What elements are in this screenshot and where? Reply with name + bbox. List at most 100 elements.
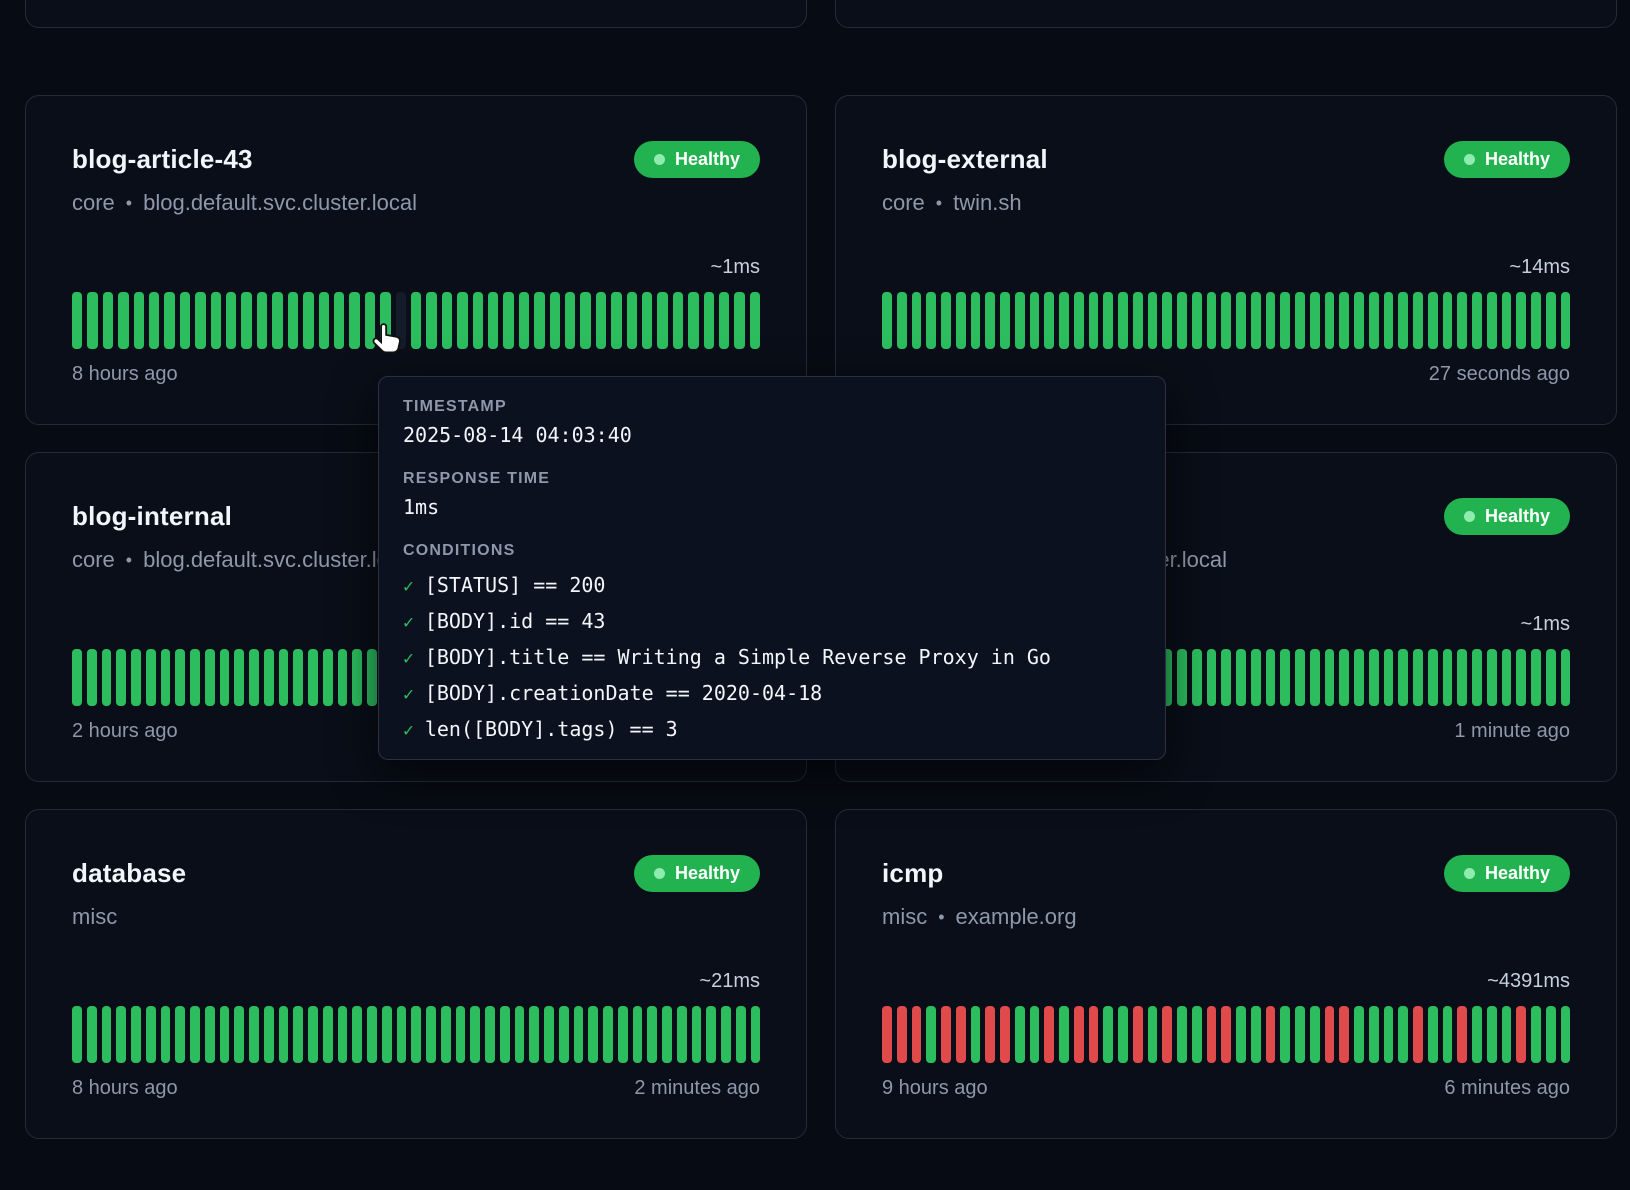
uptime-bar[interactable] [1531,649,1541,706]
uptime-bar[interactable] [1561,1006,1571,1063]
uptime-bar[interactable] [1561,649,1571,706]
uptime-bar[interactable] [1251,649,1261,706]
uptime-bar[interactable] [293,1006,303,1063]
uptime-bar[interactable] [912,292,922,349]
uptime-bar[interactable] [249,649,259,706]
uptime-bar[interactable] [750,292,760,349]
uptime-bar[interactable] [334,292,344,349]
uptime-bar[interactable] [941,1006,951,1063]
uptime-bar[interactable] [146,1006,156,1063]
uptime-bar[interactable] [1192,1006,1202,1063]
uptime-bar[interactable] [1384,1006,1394,1063]
uptime-bar[interactable] [234,1006,244,1063]
uptime-bar[interactable] [397,1006,407,1063]
uptime-bar[interactable] [1546,1006,1556,1063]
uptime-bar[interactable] [550,292,560,349]
uptime-bar[interactable] [134,292,144,349]
uptime-bar[interactable] [1177,292,1187,349]
uptime-bar[interactable] [956,1006,966,1063]
uptime-bar[interactable] [1325,1006,1335,1063]
uptime-bar[interactable] [588,1006,598,1063]
uptime-bar[interactable] [1000,1006,1010,1063]
uptime-bar[interactable] [1413,1006,1423,1063]
uptime-bar[interactable] [264,1006,274,1063]
uptime-bar[interactable] [633,1006,643,1063]
uptime-bar[interactable] [308,1006,318,1063]
uptime-bar[interactable] [205,1006,215,1063]
uptime-bar[interactable] [1280,1006,1290,1063]
uptime-bar[interactable] [882,1006,892,1063]
uptime-bar[interactable] [1339,649,1349,706]
uptime-bar[interactable] [1457,292,1467,349]
uptime-bar[interactable] [1192,649,1202,706]
uptime-bar[interactable] [426,292,436,349]
uptime-bar[interactable] [411,1006,421,1063]
uptime-bar[interactable] [647,1006,657,1063]
uptime-bar[interactable] [897,1006,907,1063]
uptime-bar[interactable] [1443,1006,1453,1063]
uptime-bar[interactable] [1103,292,1113,349]
uptime-bar[interactable] [912,1006,922,1063]
uptime-bar[interactable] [1162,292,1172,349]
uptime-bar[interactable] [1221,649,1231,706]
uptime-bar[interactable] [574,1006,584,1063]
uptime-bar[interactable] [956,292,966,349]
uptime-bar[interactable] [580,292,590,349]
uptime-bar[interactable] [1428,1006,1438,1063]
uptime-bar[interactable] [721,1006,731,1063]
uptime-bar[interactable] [279,649,289,706]
uptime-bar[interactable] [190,1006,200,1063]
uptime-bar[interactable] [382,1006,392,1063]
uptime-bar[interactable] [985,1006,995,1063]
uptime-bar[interactable] [226,292,236,349]
uptime-bar[interactable] [349,292,359,349]
uptime-bar[interactable] [1148,292,1158,349]
uptime-bar[interactable] [488,292,498,349]
uptime-bar[interactable] [642,292,652,349]
uptime-bar[interactable] [1369,1006,1379,1063]
uptime-bar[interactable] [161,649,171,706]
uptime-bar[interactable] [1531,1006,1541,1063]
uptime-bar[interactable] [1236,1006,1246,1063]
uptime-bar[interactable] [211,292,221,349]
uptime-bar[interactable] [1118,292,1128,349]
uptime-bar[interactable] [1103,1006,1113,1063]
uptime-bar[interactable] [1162,1006,1172,1063]
uptime-bar[interactable] [456,1006,466,1063]
uptime-bar[interactable] [1516,292,1526,349]
uptime-bar[interactable] [611,292,621,349]
uptime-bar[interactable] [1236,292,1246,349]
uptime-bar[interactable] [473,292,483,349]
uptime-bar[interactable] [441,1006,451,1063]
uptime-bar[interactable] [442,292,452,349]
uptime-bar[interactable] [1266,649,1276,706]
uptime-bar[interactable] [1133,1006,1143,1063]
uptime-bar[interactable] [426,1006,436,1063]
uptime-bar[interactable] [941,292,951,349]
uptime-bar[interactable] [692,1006,702,1063]
uptime-bar[interactable] [596,292,606,349]
uptime-bar[interactable] [704,292,714,349]
uptime-bar[interactable] [457,292,467,349]
uptime-bar[interactable] [1310,292,1320,349]
uptime-bar[interactable] [102,649,112,706]
uptime-bar[interactable] [882,292,892,349]
uptime-bar[interactable] [1472,1006,1482,1063]
uptime-bar[interactable] [319,292,329,349]
uptime-bar[interactable] [87,1006,97,1063]
uptime-bar[interactable] [175,1006,185,1063]
uptime-bar[interactable] [470,1006,480,1063]
uptime-bar[interactable] [519,292,529,349]
uptime-bar[interactable] [736,1006,746,1063]
uptime-bar[interactable] [1487,649,1497,706]
uptime-bar[interactable] [1015,1006,1025,1063]
uptime-bar[interactable] [1266,1006,1276,1063]
uptime-bar[interactable] [72,292,82,349]
uptime-bar[interactable] [1251,1006,1261,1063]
uptime-bar[interactable] [1030,1006,1040,1063]
uptime-bar[interactable] [161,1006,171,1063]
uptime-bar[interactable] [529,1006,539,1063]
uptime-bar[interactable] [1354,1006,1364,1063]
uptime-bar[interactable] [1133,292,1143,349]
service-card[interactable]: icmp Healthy misc • example.org ~4391ms … [835,809,1617,1139]
